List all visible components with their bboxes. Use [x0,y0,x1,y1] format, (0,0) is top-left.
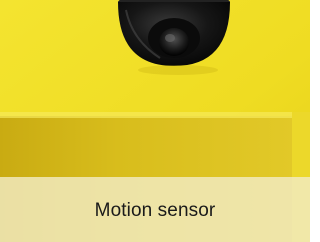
photo-scene: Motion sensor [0,0,310,242]
caption-bar: Motion sensor [0,177,310,242]
caption-label: Motion sensor [94,199,216,221]
panel-highlight-edge [0,112,294,118]
camera-shadow [138,65,218,75]
